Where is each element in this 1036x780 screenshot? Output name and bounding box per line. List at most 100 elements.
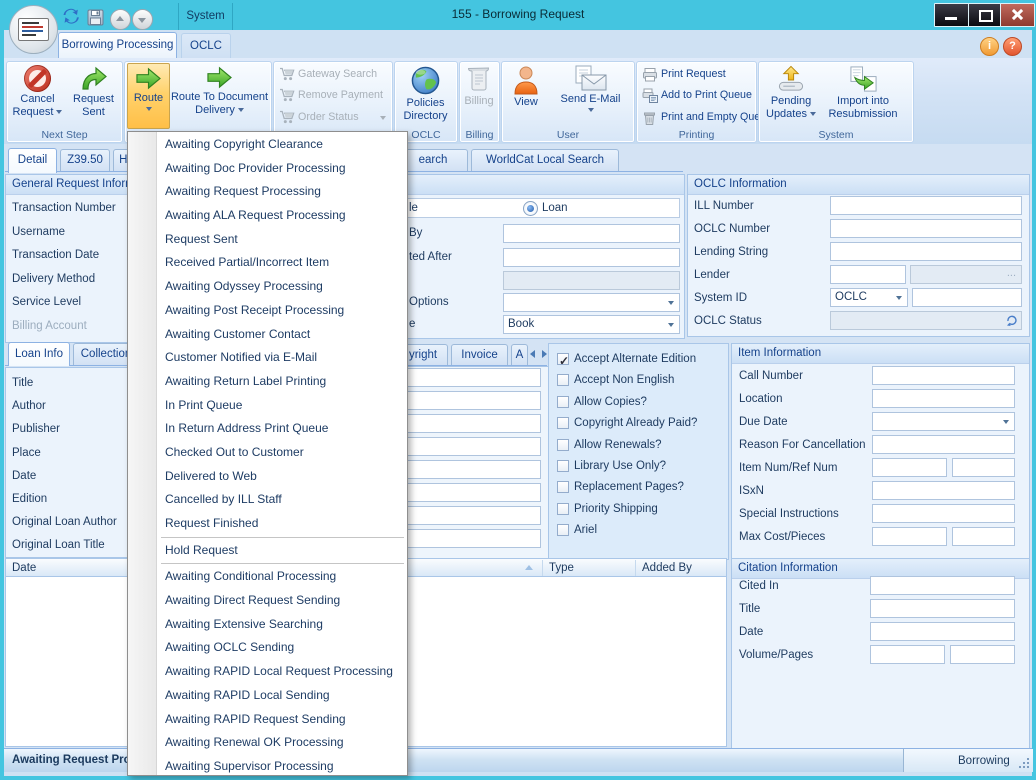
route-to-document-delivery-button[interactable]: Route To Document Delivery <box>170 63 269 127</box>
print-and-empty-queue-button[interactable]: Print and Empty Queue <box>640 107 754 128</box>
send-email-button[interactable]: Send E-Mail <box>549 63 632 127</box>
call-number-input[interactable] <box>872 366 1015 385</box>
about-icon[interactable]: i <box>980 37 999 56</box>
tab-search-partial[interactable]: earch <box>398 149 468 171</box>
menu-item[interactable]: Awaiting RAPID Request Sending <box>128 708 407 732</box>
tab-z3950[interactable]: Z39.50 <box>60 149 110 171</box>
application-button[interactable] <box>9 5 58 54</box>
collapse-up-button[interactable] <box>110 9 131 30</box>
menu-item[interactable]: Awaiting OCLC Sending <box>128 636 407 660</box>
menu-item[interactable]: Awaiting Return Label Printing <box>128 370 407 394</box>
checkbox[interactable] <box>557 353 569 365</box>
menu-item[interactable]: Customer Notified via E-Mail <box>128 346 407 370</box>
menu-item[interactable]: Awaiting ALA Request Processing <box>128 204 407 228</box>
checkbox-row[interactable]: Allow Renewals? <box>550 435 727 456</box>
checkbox[interactable] <box>557 374 569 386</box>
citation-date-input[interactable] <box>870 622 1015 641</box>
policies-directory-button[interactable]: Policies Directory <box>396 63 455 127</box>
menu-item[interactable]: Received Partial/Incorrect Item <box>128 251 407 275</box>
menu-item[interactable]: Awaiting Extensive Searching <box>128 613 407 637</box>
cancel-request-button[interactable]: Cancel Request <box>9 63 66 127</box>
volume-input[interactable] <box>870 645 945 664</box>
column-header-added-by[interactable]: Added By <box>642 562 692 575</box>
tab-partial[interactable]: A <box>511 344 528 365</box>
checkbox-row[interactable]: Accept Alternate Edition <box>550 349 727 370</box>
menu-item[interactable]: Checked Out to Customer <box>128 441 407 465</box>
item-num-input[interactable] <box>872 458 947 477</box>
checkbox[interactable] <box>557 503 569 515</box>
cited-in-input[interactable] <box>870 576 1015 595</box>
tab-worldcat-local-search[interactable]: WorldCat Local Search <box>471 149 619 171</box>
checkbox-row[interactable]: Replacement Pages? <box>550 477 727 498</box>
menu-item[interactable]: Awaiting Conditional Processing <box>128 565 407 589</box>
ill-number-input[interactable] <box>830 196 1022 215</box>
tab-borrowing-processing[interactable]: Borrowing Processing <box>58 32 177 58</box>
route-button[interactable]: Route <box>127 63 170 129</box>
menu-item[interactable]: Request Sent <box>128 228 407 252</box>
pieces-input[interactable] <box>952 527 1015 546</box>
close-button[interactable] <box>1000 3 1035 27</box>
menu-item[interactable]: Awaiting Request Processing <box>128 180 407 204</box>
menu-item[interactable]: Awaiting Direct Request Sending <box>128 589 407 613</box>
checkbox-row[interactable]: Library Use Only? <box>550 456 727 477</box>
menu-item[interactable]: Request Finished <box>128 512 407 536</box>
lender-input[interactable] <box>830 265 906 284</box>
tab-invoice[interactable]: Invoice <box>451 344 508 365</box>
expand-down-button[interactable] <box>132 9 153 30</box>
ref-num-input[interactable] <box>952 458 1015 477</box>
checkbox[interactable] <box>557 396 569 408</box>
print-request-button[interactable]: Print Request <box>640 64 754 85</box>
tab-scroll-right-icon[interactable] <box>542 350 547 358</box>
lending-string-input[interactable] <box>830 242 1022 261</box>
isxn-input[interactable] <box>872 481 1015 500</box>
pending-updates-button[interactable]: Pending Updates <box>762 63 820 127</box>
checkbox-row[interactable]: Priority Shipping <box>550 499 727 520</box>
help-icon[interactable]: ? <box>1003 37 1022 56</box>
menu-item[interactable]: Awaiting Customer Contact <box>128 323 407 347</box>
checkbox[interactable] <box>557 481 569 493</box>
checkbox-row[interactable]: Accept Non English <box>550 370 727 391</box>
options-dropdown[interactable] <box>503 293 680 312</box>
due-date-dropdown[interactable] <box>872 412 1015 431</box>
maximize-button[interactable] <box>968 3 1001 27</box>
menu-item[interactable]: Cancelled by ILL Staff <box>128 488 407 512</box>
system-id-dropdown[interactable]: OCLC <box>830 288 908 307</box>
add-to-print-queue-button[interactable]: Add to Print Queue <box>640 85 754 106</box>
checkbox-row[interactable]: Allow Copies? <box>550 392 727 413</box>
system-menu-tab[interactable]: System <box>178 3 233 31</box>
document-type-dropdown[interactable]: Book <box>503 315 680 334</box>
menu-item[interactable]: Awaiting Supervisor Processing <box>128 755 407 776</box>
checkbox[interactable] <box>557 439 569 451</box>
checkbox[interactable] <box>557 417 569 429</box>
needed-by-input[interactable] <box>503 224 680 243</box>
location-input[interactable] <box>872 389 1015 408</box>
tab-detail[interactable]: Detail <box>8 148 57 173</box>
loan-radio[interactable] <box>523 201 538 216</box>
menu-item[interactable]: Awaiting RAPID Local Request Processing <box>128 660 407 684</box>
menu-item[interactable]: Delivered to Web <box>128 465 407 489</box>
menu-item[interactable]: Hold Request <box>128 539 407 563</box>
menu-item[interactable]: Awaiting Doc Provider Processing <box>128 157 407 181</box>
menu-item[interactable]: Awaiting Copyright Clearance <box>128 133 407 157</box>
system-id-input[interactable] <box>912 288 1022 307</box>
column-header-date[interactable]: Date <box>12 562 36 575</box>
citation-title-input[interactable] <box>870 599 1015 618</box>
tab-scroll-left-icon[interactable] <box>530 350 535 358</box>
max-cost-input[interactable] <box>872 527 947 546</box>
refresh-button[interactable] <box>62 8 81 30</box>
import-into-resubmission-button[interactable]: Import into Resubmission <box>823 63 903 127</box>
tab-loan-info[interactable]: Loan Info <box>8 342 70 366</box>
save-button[interactable] <box>87 9 104 31</box>
menu-item[interactable]: Awaiting Odyssey Processing <box>128 275 407 299</box>
special-instructions-input[interactable] <box>872 504 1015 523</box>
reason-for-cancellation-input[interactable] <box>872 435 1015 454</box>
not-wanted-after-input[interactable] <box>503 248 680 267</box>
checkbox[interactable] <box>557 524 569 536</box>
checkbox-row[interactable]: Copyright Already Paid? <box>550 413 727 434</box>
checkbox[interactable] <box>557 460 569 472</box>
checkbox-row[interactable]: Ariel <box>550 520 727 541</box>
menu-item[interactable]: Awaiting Renewal OK Processing <box>128 731 407 755</box>
view-user-button[interactable]: View <box>505 63 547 127</box>
tab-oclc[interactable]: OCLC <box>181 33 231 58</box>
menu-item[interactable]: In Print Queue <box>128 394 407 418</box>
